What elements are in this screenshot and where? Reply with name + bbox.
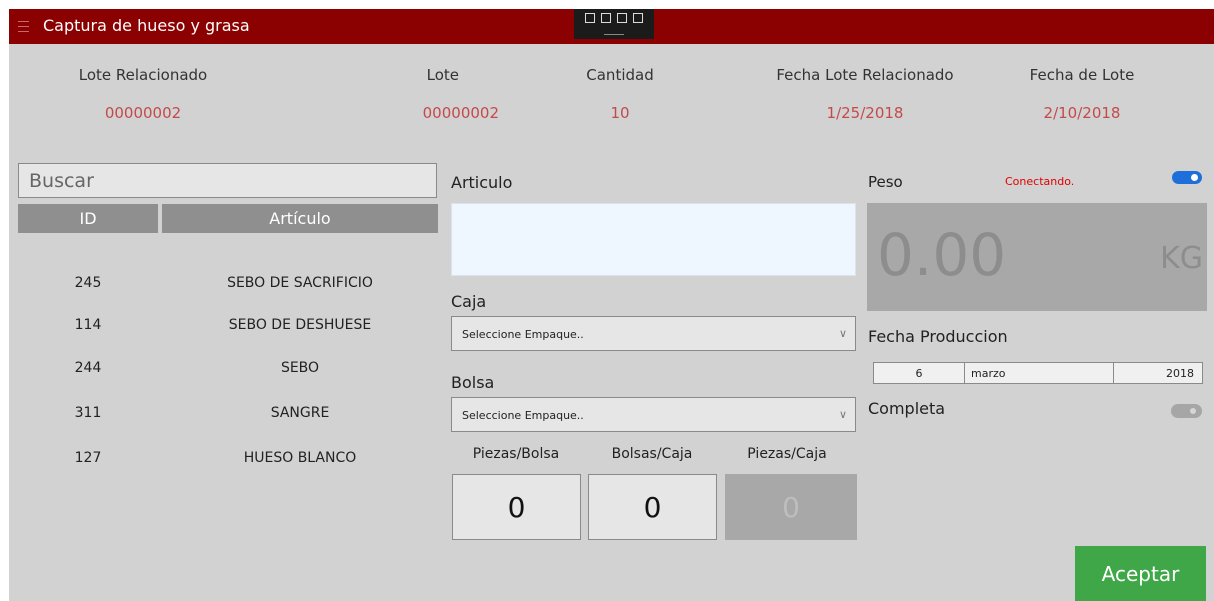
summary-label: Cantidad <box>586 66 654 84</box>
summary-value: 2/10/2018 <box>1043 104 1121 122</box>
table-row[interactable]: 244 SEBO <box>18 354 438 384</box>
article-field[interactable] <box>451 203 856 276</box>
bags-per-box-input[interactable]: 0 <box>588 474 717 540</box>
pieces-per-bag-label: Piezas/Bolsa <box>472 446 560 462</box>
hamburger-icon <box>17 19 29 34</box>
toolbar-grip[interactable] <box>604 34 624 35</box>
scale-connection-toggle[interactable] <box>1172 171 1202 184</box>
summary-label: Fecha de Lote <box>1029 66 1135 84</box>
cell-id: 114 <box>74 317 102 333</box>
toggle-knob <box>1191 174 1198 181</box>
summary-label: Fecha Lote Relacionado <box>776 66 954 84</box>
bags-per-box-label: Bolsas/Caja <box>611 446 693 462</box>
table-row[interactable]: 311 SANGRE <box>18 399 438 429</box>
table-row[interactable]: 245 SEBO DE SACRIFICIO <box>18 269 438 299</box>
cell-id: 244 <box>74 360 102 376</box>
bag-select[interactable]: Seleccione Empaque.. ∨ <box>451 397 856 432</box>
cell-article: SEBO DE SACRIFICIO <box>227 275 373 291</box>
toggle-knob <box>1190 408 1196 414</box>
hot-reload-icon[interactable] <box>633 13 643 23</box>
cell-id: 311 <box>74 405 102 421</box>
cell-id: 127 <box>74 450 102 466</box>
summary-value: 1/25/2018 <box>826 104 904 122</box>
bag-label: Bolsa <box>451 373 495 392</box>
cell-article: SEBO <box>280 360 320 376</box>
pieces-per-box-value: 0 <box>725 474 857 540</box>
chevron-down-icon: ∨ <box>838 327 847 340</box>
display-layout-icon[interactable] <box>601 13 611 23</box>
cell-article: SEBO DE DESHUESE <box>228 317 372 333</box>
pieces-per-box-label: Piezas/Caja <box>747 446 827 462</box>
title-bar: Captura de hueso y grasa <box>9 9 1214 44</box>
date-day: 6 <box>915 367 923 380</box>
box-select[interactable]: Seleccione Empaque.. ∨ <box>451 316 856 351</box>
column-header-article[interactable]: Artículo <box>162 204 438 233</box>
cell-id: 245 <box>74 275 102 291</box>
weight-display: 0.00 KG <box>867 203 1207 311</box>
complete-toggle[interactable] <box>1171 404 1202 418</box>
box-label: Caja <box>451 292 487 311</box>
weight-value: 0.00 <box>877 221 1007 289</box>
table-row[interactable]: 114 SEBO DE DESHUESE <box>18 311 438 341</box>
pieces-per-bag-input[interactable]: 0 <box>452 474 581 540</box>
article-label: Articulo <box>451 173 513 192</box>
date-year: 2018 <box>1166 367 1194 380</box>
date-separator <box>964 363 965 383</box>
select-element-icon[interactable] <box>585 13 595 23</box>
date-separator <box>1113 363 1114 383</box>
debug-toolbar <box>574 9 654 39</box>
track-focus-icon[interactable] <box>617 13 627 23</box>
app-title: Captura de hueso y grasa <box>43 16 250 35</box>
summary-value: 10 <box>610 104 630 122</box>
summary-label: Lote Relacionado <box>78 66 208 84</box>
accept-button[interactable]: Aceptar <box>1075 546 1206 601</box>
complete-label: Completa <box>868 399 946 418</box>
cell-article: HUESO BLANCO <box>243 450 357 466</box>
chevron-down-icon: ∨ <box>838 408 847 421</box>
cell-article: SANGRE <box>270 405 330 421</box>
hamburger-menu-button[interactable] <box>9 9 37 44</box>
column-header-id[interactable]: ID <box>18 204 158 233</box>
summary-value: 00000002 <box>104 104 182 122</box>
summary-value: 00000002 <box>422 104 499 122</box>
weight-label: Peso <box>868 173 903 191</box>
weight-unit: KG <box>1160 241 1203 276</box>
summary-label: Lote <box>426 66 459 84</box>
app-window: Captura de hueso y grasa Lote Relacionad… <box>9 9 1214 601</box>
production-date-label: Fecha Produccion <box>868 327 1008 346</box>
table-row[interactable]: 127 HUESO BLANCO <box>18 444 438 474</box>
production-date-picker[interactable]: 6 marzo 2018 <box>873 362 1203 384</box>
box-select-value: Seleccione Empaque.. <box>462 328 584 341</box>
search-input[interactable]: Buscar <box>18 163 437 198</box>
date-month: marzo <box>971 367 1006 380</box>
scale-status: Conectando. <box>1005 175 1075 188</box>
bag-select-value: Seleccione Empaque.. <box>462 409 584 422</box>
